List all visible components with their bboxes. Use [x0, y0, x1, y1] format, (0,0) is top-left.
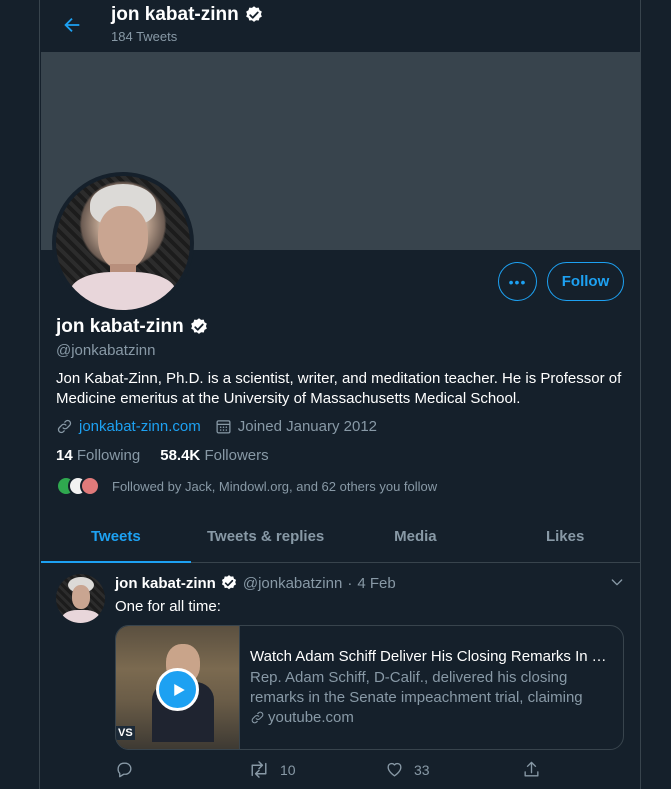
verified-badge-icon: [190, 318, 207, 334]
card-body: Watch Adam Schiff Deliver His Closing Re…: [240, 626, 623, 749]
followers-label: Followers: [204, 447, 269, 464]
retweet-button[interactable]: 10: [248, 760, 296, 779]
like-button[interactable]: 33: [385, 760, 430, 779]
left-gutter: [0, 0, 40, 789]
profile-name: jon kabat-zinn: [56, 316, 209, 338]
verified-badge-icon: [245, 6, 262, 22]
calendar-icon: [216, 420, 231, 434]
video-thumbnail: VS: [116, 626, 240, 749]
tweet-text: One for all time:: [115, 598, 221, 615]
header-name: jon kabat-zinn: [111, 4, 239, 25]
tweet-avatar[interactable]: [56, 574, 105, 623]
profile-meta: jonkabat-zinn.com Joined January 2012: [56, 418, 377, 435]
following-count: 14: [56, 447, 73, 464]
play-button[interactable]: [156, 668, 199, 711]
right-gutter: [640, 0, 671, 789]
more-dots-icon: •••: [508, 273, 527, 290]
tweet-menu-button[interactable]: [607, 572, 627, 592]
tab-media[interactable]: Media: [341, 510, 491, 562]
link-card[interactable]: VS Watch Adam Schiff Deliver His Closing…: [115, 625, 624, 750]
tab-likes[interactable]: Likes: [490, 510, 640, 562]
tweet-author-name[interactable]: jon kabat-zinn: [115, 575, 216, 592]
profile-tabs: Tweets Tweets & replies Media Likes: [41, 510, 640, 563]
avatar-photo: [56, 176, 190, 310]
following-stat[interactable]: 14 Following: [56, 447, 140, 464]
card-domain-text: youtube.com: [268, 709, 354, 726]
profile-handle: @jonkabatzinn: [56, 342, 156, 359]
header-title: jon kabat-zinn: [111, 4, 264, 26]
followed-by[interactable]: Followed by Jack, Mindowl.org, and 62 ot…: [56, 476, 437, 496]
retweet-count: 10: [280, 761, 296, 778]
card-title: Watch Adam Schiff Deliver His Closing Re…: [250, 648, 613, 665]
top-bar: jon kabat-zinn 184 Tweets: [41, 0, 640, 52]
tweet-author-handle[interactable]: @jonkabatzinn: [243, 575, 342, 592]
tab-tweets-replies[interactable]: Tweets & replies: [191, 510, 341, 562]
back-button[interactable]: [57, 10, 87, 40]
share-button[interactable]: [522, 760, 541, 779]
tweet-actions: 10 33: [115, 760, 539, 780]
tweet-separator: ·: [347, 574, 353, 592]
followers-count: 58.4K: [160, 447, 201, 464]
tweet[interactable]: jon kabat-zinn @jonkabatzinn · 4 Feb One…: [41, 564, 640, 789]
joined-date: Joined January 2012: [237, 418, 378, 435]
tweet-count: 184 Tweets: [111, 29, 178, 44]
followers-stat[interactable]: 58.4K Followers: [160, 447, 268, 464]
followed-by-text: Followed by Jack, Mindowl.org, and 62 ot…: [112, 478, 438, 494]
follower-avatar: [80, 476, 100, 496]
arrow-left-icon: [64, 17, 80, 33]
retweet-icon: [251, 761, 267, 778]
link-icon: [57, 419, 72, 434]
verified-badge-icon: [221, 575, 236, 590]
profile-column: jon kabat-zinn 184 Tweets ••• Follow jon…: [41, 0, 640, 789]
thumbnail-badge: VS: [116, 726, 135, 740]
card-description: Rep. Adam Schiff, D-Calif., delivered hi…: [250, 669, 583, 706]
profile-stats: 14 Following 58.4K Followers: [56, 447, 269, 464]
chevron-down-icon: [611, 579, 623, 586]
profile-bio: Jon Kabat-Zinn, Ph.D. is a scientist, wr…: [56, 370, 622, 407]
like-count: 33: [414, 761, 430, 778]
more-options-button[interactable]: •••: [498, 262, 537, 301]
link-icon: [251, 711, 264, 724]
profile-name-text: jon kabat-zinn: [56, 316, 184, 337]
play-icon: [173, 683, 185, 696]
reply-button[interactable]: [115, 760, 134, 779]
following-label: Following: [76, 447, 141, 464]
heart-icon: [387, 762, 402, 777]
profile-avatar[interactable]: [52, 172, 194, 314]
follow-button[interactable]: Follow: [547, 262, 624, 301]
card-domain: youtube.com: [250, 709, 613, 726]
tab-tweets[interactable]: Tweets: [41, 510, 191, 563]
tweet-header: jon kabat-zinn @jonkabatzinn · 4 Feb: [115, 574, 396, 592]
tweet-date[interactable]: 4 Feb: [357, 575, 395, 592]
reply-icon: [117, 762, 132, 778]
website-link[interactable]: jonkabat-zinn.com: [79, 418, 201, 435]
share-icon: [524, 761, 539, 777]
